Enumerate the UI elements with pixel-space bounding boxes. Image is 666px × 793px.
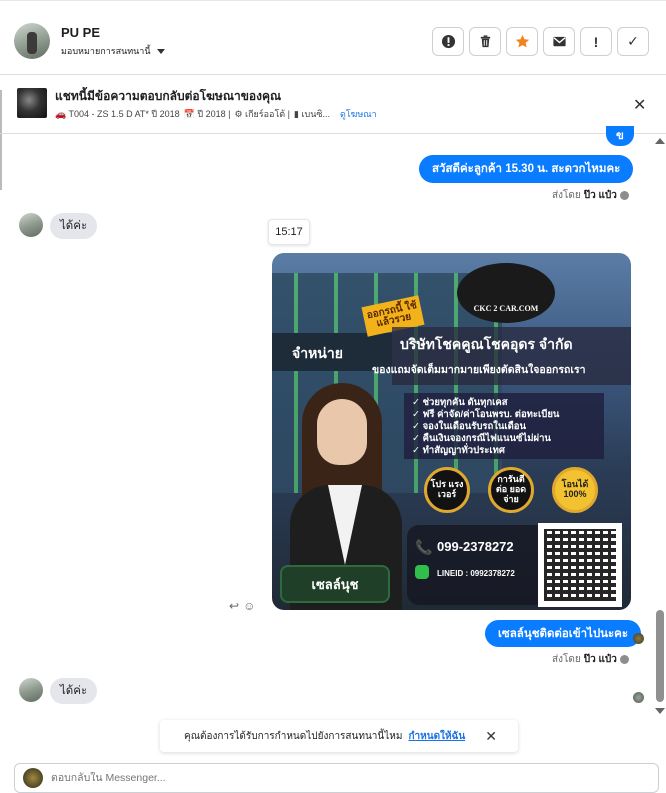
line-icon [415, 565, 429, 579]
checklist-item: ✓ คืนเงินจองกรณีไฟแนนซ์ไม่ผ่าน [412, 433, 551, 444]
close-icon[interactable]: ✕ [485, 728, 497, 745]
check-icon: ✓ [627, 33, 639, 49]
star-icon [515, 34, 529, 48]
info-icon[interactable] [619, 655, 629, 664]
close-icon[interactable]: ✕ [633, 95, 646, 115]
outgoing-message[interactable]: เซลล์นุชติดต่อเข้าไปนะคะ [485, 620, 642, 647]
sent-by-name: ป๊ว แป๋ว [583, 190, 617, 201]
reply-icon[interactable]: ↩ [229, 599, 239, 613]
incoming-message[interactable]: ได้ค่ะ [50, 678, 98, 704]
seen-avatar [633, 633, 644, 644]
star-button[interactable] [506, 27, 538, 56]
promo-phone: 099-2378272 [437, 539, 514, 554]
reply-composer [14, 763, 659, 793]
sent-by-prefix: ส่งโดย [552, 654, 581, 665]
sent-by-prefix: ส่งโดย [552, 190, 581, 201]
checklist-item: ✓ ฟรี ค่าจัด/ค่าโอนพรบ. ต่อทะเบียน [412, 409, 560, 420]
scrollbar-thumb[interactable] [656, 610, 664, 702]
phone-icon: 📞 [415, 539, 433, 555]
seen-avatar [633, 692, 644, 703]
outgoing-message-partial[interactable]: ข [606, 126, 634, 146]
ad-meta-fuel: ▮ เบนซิ... [293, 109, 330, 119]
promo-sales-tag: เซลล์นุช [280, 565, 390, 603]
promo-tagline: ของแถมจัดเต็มมากมายเพียงตัดสินใจออกรถเรา [372, 364, 586, 376]
checklist-item: ✓ จองในเดือนรับรถในเดือน [412, 421, 526, 432]
header-actions: ! ✓ [432, 27, 649, 56]
ad-meta-gear: ⚙ เกียร์ออโต้ | [234, 109, 290, 119]
message-actions: ↩ ☺ [229, 599, 255, 613]
outgoing-message[interactable]: สวัสดีค่ะลูกค้า 15.30 น. สะดวกไหมคะ [419, 155, 634, 183]
assign-to-me-link[interactable]: กำหนดให้ฉัน [408, 729, 465, 744]
scroll-down-icon[interactable] [655, 708, 665, 714]
exclamation-icon: ! [593, 33, 599, 50]
sent-by-name: ป๊ว แป๋ว [583, 654, 617, 665]
ad-thumbnail[interactable] [17, 88, 47, 118]
promo-company-name: บริษัทโชคคูณโชคอุดร จำกัด [400, 336, 573, 352]
promo-badges: โปร แรง เวอร์ การันตี ต่อ ยอดจ่าย โอนได้… [424, 467, 598, 513]
incoming-message[interactable]: ได้ค่ะ [50, 213, 98, 239]
promo-badge: โอนได้ 100% [552, 467, 598, 513]
trash-icon [480, 35, 490, 48]
delete-button[interactable] [469, 27, 501, 56]
assign-notice-text: คุณต้องการได้รับการกำหนดไปยังการสนทนานี้… [184, 730, 403, 742]
qr-code [538, 523, 622, 607]
mark-unread-button[interactable] [543, 27, 575, 56]
emoji-react-icon[interactable]: ☺ [243, 599, 255, 613]
spam-button[interactable]: ! [580, 27, 612, 56]
mail-icon [552, 36, 566, 47]
message-timestamp: 15:17 [268, 219, 310, 245]
ad-meta: 🚗 T004 - ZS 1.5 D AT* ปี 2018 📅 ปี 2018 … [55, 107, 377, 121]
checklist-item: ✓ ช่วยทุกคัน ดันทุกเคส [412, 397, 508, 408]
promo-company-box: บริษัทโชคคูณโชคอุดร จำกัด ของแถมจัดเต็มม… [372, 327, 631, 385]
ad-banner-title: แชทนี้มีข้อความตอบกลับต่อโฆษณาของคุณ [55, 89, 282, 103]
mark-done-button[interactable]: ✓ [617, 27, 649, 56]
assign-label: มอบหมายการสนทนานี้ [61, 46, 151, 56]
assign-notice: คุณต้องการได้รับการกำหนดไปยังการสนทนานี้… [160, 720, 518, 752]
view-ad-link[interactable]: ดูโฆษณา [340, 107, 377, 121]
page-avatar [23, 768, 43, 788]
info-icon[interactable] [619, 191, 629, 200]
ad-meta-year: 📅 ปี 2018 | [183, 109, 231, 119]
conversation-header: PU PE มอบหมายการสนทนานี้ ! ✓ [0, 0, 666, 75]
reply-input[interactable] [51, 772, 451, 784]
contact-name[interactable]: PU PE [61, 25, 100, 40]
sent-by-label: ส่งโดย ป๊ว แป๋ว [552, 652, 629, 667]
promo-logo: CKC 2 CAR.COM [457, 263, 555, 323]
checklist-item: ✓ ทำสัญญาทั่วประเทศ [412, 445, 505, 456]
report-button[interactable] [432, 27, 464, 56]
chevron-down-icon [156, 48, 165, 54]
ad-meta-model: 🚗 T004 - ZS 1.5 D AT* ปี 2018 [55, 109, 180, 119]
report-icon [441, 34, 455, 49]
sent-by-label: ส่งโดย ป๊ว แป๋ว [552, 188, 629, 203]
promo-contact-box: 📞 099-2378272 LINEID : 0992378272 [407, 525, 547, 605]
promo-badge: การันตี ต่อ ยอดจ่าย [488, 467, 534, 513]
scroll-up-icon[interactable] [655, 138, 665, 144]
promo-checklist: ✓ ช่วยทุกคัน ดันทุกเคส ✓ ฟรี ค่าจัด/ค่าโ… [404, 393, 604, 459]
promo-badge: โปร แรง เวอร์ [424, 467, 470, 513]
contact-avatar[interactable] [14, 23, 50, 59]
contact-avatar-small [19, 678, 43, 702]
assign-conversation-dropdown[interactable]: มอบหมายการสนทนานี้ [61, 44, 165, 58]
contact-avatar-small [19, 213, 43, 237]
promo-line-id: LINEID : 0992378272 [437, 569, 515, 578]
ad-reply-banner: แชทนี้มีข้อความตอบกลับต่อโฆษณาของคุณ 🚗 T… [0, 76, 666, 134]
promo-image-attachment[interactable]: จำหน่าย ออกรถนี้ ใช้แล้วรวย CKC 2 CAR.CO… [272, 253, 631, 610]
